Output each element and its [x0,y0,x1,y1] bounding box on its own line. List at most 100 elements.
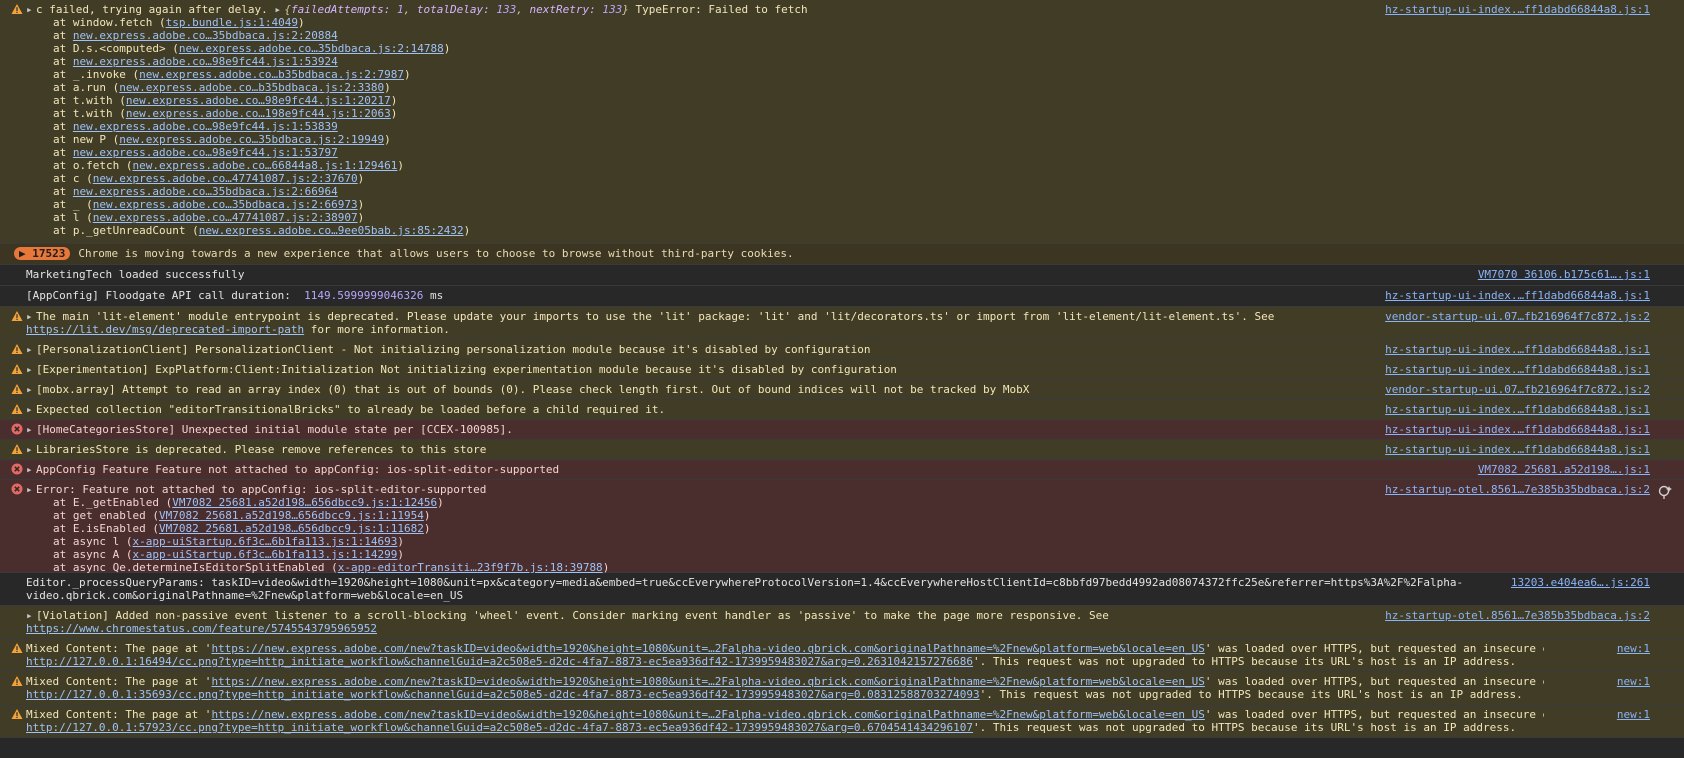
stack-frame-link[interactable]: new.express.adobe.co…98e9fc44.js:1:20217 [126,94,391,107]
expand-triangle-icon[interactable]: ▸ [26,363,36,376]
stack-frame-link[interactable]: new.express.adobe.co…35bdbaca.js:2:66973 [93,198,358,211]
source-link[interactable]: new:1 [1617,708,1650,721]
stack-frame-link[interactable]: new.express.adobe.co…35bdbaca.js:2:19949 [119,133,384,146]
frame-text: ) [463,224,471,237]
source-link[interactable]: hz-startup-otel.8561…7e385b35bdbaca.js:2 [1385,609,1650,622]
expand-triangle-icon[interactable]: ▸ [26,3,36,16]
source-link[interactable]: hz-startup-ui-index.…ff1dabd66844a8.js:1 [1385,403,1650,416]
insecure-element-link[interactable]: http://127.0.0.1:16494/cc.png?type=http_… [26,655,973,668]
message-body: [HomeCategoriesStore] Unexpected initial… [36,423,513,436]
stack-frame-link[interactable]: tsp.bundle.js:1:4049 [166,16,298,29]
source-link[interactable]: VM7070 36106.b175c61….js:1 [1478,268,1650,281]
warning-icon [11,708,23,720]
frame-text: at E.isEnabled ( [53,522,159,535]
expand-triangle-icon[interactable]: ▸ [26,483,36,496]
stack-frame-link[interactable]: new.express.adobe.co…47741087.js:2:38907 [93,211,358,224]
expand-triangle-icon[interactable]: ▸ [26,609,36,622]
stack-frame-link[interactable]: new.express.adobe.co…35bdbaca.js:2:20884 [73,29,338,42]
frame-text: at l ( [53,211,93,224]
source-link[interactable]: vendor-startup-ui.07…fb216964f7c872.js:2 [1385,310,1650,323]
source-link[interactable]: new:1 [1617,642,1650,655]
source-link[interactable]: hz-startup-ui-index.…ff1dabd66844a8.js:1 [1385,289,1650,302]
page-url-link[interactable]: https://new.express.adobe.com/new?taskID… [211,708,1204,721]
stack-frame-link[interactable]: new.express.adobe.co…b35bdbaca.js:2:7987 [139,68,404,81]
issue-count-badge[interactable]: ▶ 17523 [14,247,71,260]
frame-text: ) [397,535,405,548]
stack-frame-link[interactable]: new.express.adobe.co…9ee05bab.js:85:2432 [199,224,464,237]
docs-link[interactable]: https://lit.dev/msg/deprecated-import-pa… [26,323,304,336]
message-body: LibrariesStore is deprecated. Please rem… [36,443,487,456]
warning-icon [11,310,23,322]
page-url-link[interactable]: https://new.express.adobe.com/new?taskID… [211,642,1204,655]
console-message-home-categories: ▸ [HomeCategoriesStore] Unexpected initia… [0,420,1684,440]
source-link[interactable]: vendor-startup-ui.07…fb216964f7c872.js:2 [1385,383,1650,396]
source-link[interactable]: new:1 [1617,675,1650,688]
expand-triangle-icon[interactable]: ▸ [26,403,36,416]
source-link[interactable]: VM7082 25681.a52d198….js:1 [1478,463,1650,476]
ai-assistance-icon[interactable] [1656,484,1674,502]
expand-triangle-icon[interactable]: ▸ [274,3,284,16]
source-link[interactable]: hz-startup-otel.8561…7e385b35bdbaca.js:2 [1385,483,1650,496]
stack-frame-link[interactable]: x-app-uiStartup.6f3c…6b1fa113.js:1:14693 [132,535,397,548]
line: ▸ The main 'lit-element' module entrypoin… [26,310,1544,323]
source-link[interactable]: hz-startup-ui-index.…ff1dabd66844a8.js:1 [1385,363,1650,376]
frame-text: ) [384,133,391,146]
stack-frame: at new.express.adobe.co…35bdbaca.js:2:20… [26,29,1544,42]
page-url-link[interactable]: https://new.express.adobe.com/new?taskID… [211,675,1204,688]
warning-icon [11,443,23,455]
message-text: Mixed Content: The page at 'https://new.… [26,642,1544,668]
query-line-2: video.qbrick.com&originalPathname=%2Fnew… [26,589,464,602]
message-text: Editor._processQueryParams: taskID=video… [26,576,1544,602]
value-failed-attempts: 1 [397,3,404,16]
chromestatus-link[interactable]: https://www.chromestatus.com/feature/574… [26,622,377,635]
console-panel: ▸ c failed, trying again after delay. ▸ {f… [0,0,1684,738]
mixed-post: '. This request was not upgraded to HTTP… [973,655,1517,668]
frame-text: at async A ( [53,548,133,561]
frame-text: ) [423,522,431,535]
source-link[interactable]: 13203.e404ea6….js:261 [1511,576,1650,589]
expand-triangle-icon[interactable]: ▸ [26,383,36,396]
source-link[interactable]: hz-startup-ui-index.…ff1dabd66844a8.js:1 [1385,423,1650,436]
stack-frame-link[interactable]: new.express.adobe.co…35bdbaca.js:2:66964 [73,185,338,198]
duration-unit: ms [423,289,444,302]
source-link[interactable]: hz-startup-ui-index.…ff1dabd66844a8.js:1 [1385,3,1650,16]
source-link[interactable]: hz-startup-ui-index.…ff1dabd66844a8.js:1 [1385,443,1650,456]
stack-frame-link[interactable]: new.express.adobe.co…47741087.js:2:37670 [93,172,358,185]
frame-text: at [53,55,73,68]
expand-triangle-icon[interactable]: ▸ [26,463,36,476]
stack-frame-link[interactable]: new.express.adobe.co…198e9fc44.js:1:2063 [126,107,391,120]
line: https://lit.dev/msg/deprecated-import-pa… [26,323,1544,336]
console-message-mobx-array: ▸ [mobx.array] Attempt to read an array i… [0,380,1684,400]
stack-frame: at new.express.adobe.co…35bdbaca.js:2:66… [26,185,1544,198]
insecure-element-link[interactable]: http://127.0.0.1:35693/cc.png?type=http_… [26,688,980,701]
stack-frame-link[interactable]: new.express.adobe.co…b35bdbaca.js:2:3380 [119,81,384,94]
frame-text: ) [437,496,444,509]
message-text: ▸ Expected collection "editorTransitional… [26,403,1544,416]
stack-frame-link[interactable]: new.express.adobe.co…98e9fc44.js:1:53839 [73,120,338,133]
insecure-element-link[interactable]: http://127.0.0.1:57923/cc.png?type=http_… [26,721,973,734]
stack-frame-link[interactable]: new.express.adobe.co…98e9fc44.js:1:53924 [73,55,338,68]
console-message-mixed-content: Mixed Content: The page at 'https://new.… [0,672,1684,705]
stack-frame-link[interactable]: VM7082 25681.a52d198…656dbcc9.js:1:11682 [159,522,424,535]
stack-frame-link[interactable]: new.express.adobe.co…98e9fc44.js:1:53797 [73,146,338,159]
message-body: [mobx.array] Attempt to read an array in… [36,383,1030,396]
expand-triangle-icon[interactable]: ▸ [26,310,36,323]
frame-text: at t.with ( [53,107,126,120]
object-preview[interactable]: {failedAttempts: 1, totalDelay: 133, nex… [284,3,628,16]
expand-triangle-icon[interactable]: ▸ [26,443,36,456]
source-link[interactable]: hz-startup-ui-index.…ff1dabd66844a8.js:1 [1385,343,1650,356]
stack-frame-link[interactable]: VM7082 25681.a52d198…656dbcc9.js:1:12456 [172,496,437,509]
stack-frame-link[interactable]: VM7082 25681.a52d198…656dbcc9.js:1:11954 [159,509,424,522]
frame-text: at [53,120,73,133]
message-text: ▸ [mobx.array] Attempt to read an array i… [26,383,1544,396]
warning-icon [11,3,23,15]
mixed-mid: ' was loaded over HTTPS, but requested a… [1204,708,1544,721]
value-next-retry: 133 [602,3,623,16]
stack-frame-link[interactable]: new.express.adobe.co…66844a8.js:1:129461 [132,159,397,172]
expand-triangle-icon[interactable]: ▸ [26,343,36,356]
stack-frame-link[interactable]: x-app-uiStartup.6f3c…6b1fa113.js:1:14299 [132,548,397,561]
console-message-marketingtech: MarketingTech loaded successfully VM7070 … [0,265,1684,286]
stack-frame-link[interactable]: new.express.adobe.co…35bdbaca.js:2:14788 [179,42,444,55]
frame-text: ) [357,211,365,224]
expand-triangle-icon[interactable]: ▸ [26,423,36,436]
